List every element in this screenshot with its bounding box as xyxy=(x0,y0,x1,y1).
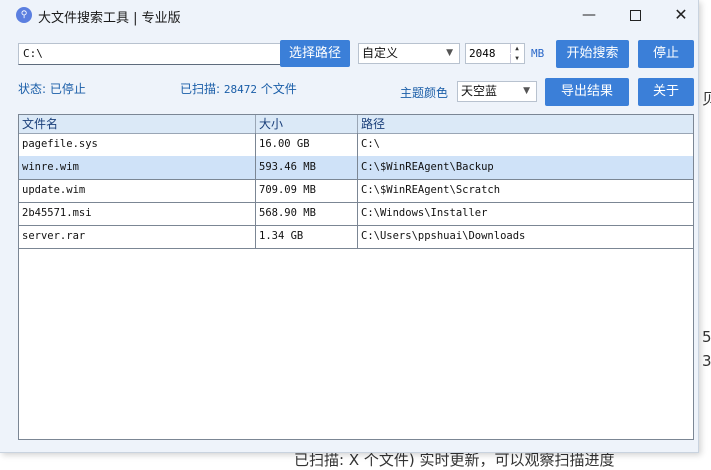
about-button[interactable]: 关于 xyxy=(638,78,694,106)
cell-filename: winre.wim xyxy=(19,156,256,179)
cell-size: 1.34 GB xyxy=(256,225,358,248)
path-input[interactable]: C:\ xyxy=(18,43,282,65)
size-stepper[interactable]: 2048 ▲ ▼ xyxy=(465,43,525,64)
cell-path: C:\$WinREAgent\Scratch xyxy=(358,179,693,202)
cell-path: C:\$WinREAgent\Backup xyxy=(358,156,693,179)
window-title: 大文件搜索工具 | 专业版 xyxy=(38,11,181,26)
stepper-down-icon[interactable]: ▼ xyxy=(510,54,523,63)
size-mode-select[interactable]: 自定义 ▼ xyxy=(358,43,460,64)
cell-filename: pagefile.sys xyxy=(19,133,256,156)
table-row[interactable]: pagefile.sys 16.00 GB C:\ xyxy=(19,133,693,157)
chevron-down-icon: ▼ xyxy=(446,48,453,58)
results-table[interactable]: 文件名 大小 路径 pagefile.sys 16.00 GB C:\ winr… xyxy=(18,114,694,440)
table-header: 文件名 大小 路径 xyxy=(19,115,693,134)
table-row[interactable]: 2b45571.msi 568.90 MB C:\Windows\Install… xyxy=(19,202,693,226)
title-bar[interactable]: ⚲ 大文件搜索工具 | 专业版 — ✕ xyxy=(0,0,698,32)
size-unit-label: MB xyxy=(531,47,545,60)
scanned-count-text: 已扫描: 28472 个文件 xyxy=(180,80,297,97)
size-mode-value: 自定义 xyxy=(362,46,399,60)
status-text: 状态: 已停止 xyxy=(18,82,86,96)
minimize-icon: — xyxy=(582,7,596,23)
choose-path-button[interactable]: 选择路径 xyxy=(280,40,350,67)
size-value: 2048 xyxy=(469,47,496,60)
table-row[interactable]: server.rar 1.34 GB C:\Users\ppshuai\Down… xyxy=(19,225,693,249)
close-button[interactable]: ✕ xyxy=(658,0,704,32)
maximize-button[interactable] xyxy=(612,0,658,32)
maximize-icon xyxy=(629,9,641,21)
scanned-suffix: 个文件 xyxy=(256,82,297,96)
cell-size: 709.09 MB xyxy=(256,179,358,202)
table-row-selected[interactable]: winre.wim 593.46 MB C:\$WinREAgent\Backu… xyxy=(19,156,693,180)
scanned-count: 28472 xyxy=(223,83,257,96)
cell-size: 593.46 MB xyxy=(256,156,358,179)
cell-filename: update.wim xyxy=(19,179,256,202)
theme-label: 主题颜色 xyxy=(400,86,449,100)
stepper-up-icon[interactable]: ▲ xyxy=(510,44,523,53)
cell-path: C:\Users\ppshuai\Downloads xyxy=(358,225,693,248)
app-window: ⚲ 大文件搜索工具 | 专业版 — ✕ C:\ 选择路径 自定义 ▼ 2048 … xyxy=(0,0,699,453)
column-header-size[interactable]: 大小 xyxy=(256,115,358,133)
cell-path: C:\ xyxy=(358,133,693,156)
chevron-down-icon: ▼ xyxy=(523,86,530,96)
cell-path: C:\Windows\Installer xyxy=(358,202,693,225)
column-header-path[interactable]: 路径 xyxy=(358,115,693,133)
background-doc-fragment: 3 xyxy=(702,352,711,370)
cell-size: 568.90 MB xyxy=(256,202,358,225)
column-header-filename[interactable]: 文件名 xyxy=(19,115,256,133)
cell-filename: server.rar xyxy=(19,225,256,248)
export-results-button[interactable]: 导出结果 xyxy=(545,78,629,106)
start-search-button[interactable]: 开始搜索 xyxy=(556,40,629,68)
background-doc-fragment: 5E xyxy=(702,328,711,346)
theme-select[interactable]: 天空蓝 ▼ xyxy=(457,81,537,102)
stop-button[interactable]: 停止 xyxy=(638,40,694,68)
minimize-button[interactable]: — xyxy=(566,0,612,32)
theme-value: 天空蓝 xyxy=(461,84,498,98)
search-icon: ⚲ xyxy=(16,7,32,23)
close-icon: ✕ xyxy=(674,5,688,24)
table-row[interactable]: update.wim 709.09 MB C:\$WinREAgent\Scra… xyxy=(19,179,693,203)
scanned-prefix: 已扫描: xyxy=(180,82,224,96)
cell-size: 16.00 GB xyxy=(256,133,358,156)
cell-filename: 2b45571.msi xyxy=(19,202,256,225)
background-doc-fragment: 贝 xyxy=(702,90,711,108)
